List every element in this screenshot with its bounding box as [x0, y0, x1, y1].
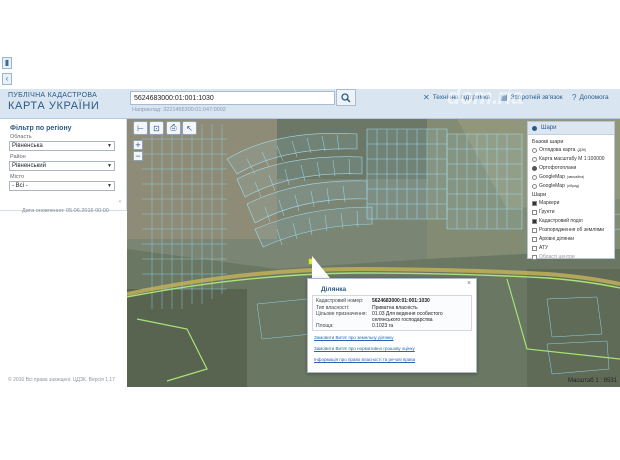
- ruler-icon: ⊢: [137, 123, 144, 133]
- popup-pointer: [312, 256, 330, 278]
- layer-regional-centers[interactable]: Області центри: [532, 254, 575, 260]
- measure-area-button[interactable]: ⊡: [149, 121, 164, 135]
- district-label: Район: [10, 154, 26, 160]
- edge-menu-icon[interactable]: ▮: [2, 57, 12, 69]
- base-layer-100000[interactable]: Карта масштабу М 1:100000: [532, 156, 605, 162]
- layer-land-disposal[interactable]: Розпорядження об землями: [532, 227, 604, 233]
- search-hint: Наприклад: 3221455300:01:047:0002: [132, 107, 226, 113]
- checkbox-icon: [532, 254, 537, 260]
- radio-icon: [532, 183, 537, 189]
- oblast-select[interactable]: Рівненська ▼: [9, 141, 115, 151]
- close-icon[interactable]: ×: [467, 280, 471, 287]
- identify-button[interactable]: ↖: [182, 121, 197, 135]
- edge-collapse-icon[interactable]: ‹: [2, 73, 12, 85]
- brand-title: КАРТА УКРАЇНИ: [8, 100, 100, 112]
- measure-length-button[interactable]: ⊢: [133, 121, 148, 135]
- checkbox-checked-icon: [532, 200, 537, 206]
- chevron-down-icon: ▼: [107, 183, 112, 189]
- order-valuation-extract-link[interactable]: Замовити Витяг про нормативно грошову оц…: [314, 346, 415, 351]
- copyright: © 2016 Всі права захищені. ЦДЗК. Версія …: [8, 377, 115, 383]
- layer-cadastral[interactable]: Кадастровий поділ: [532, 218, 583, 224]
- zoom-in-button[interactable]: +: [133, 140, 143, 150]
- base-layers-title: Базові шари: [532, 139, 564, 145]
- update-date: Дата оновлення: 05.06.2016 00:00: [22, 208, 109, 214]
- layer-archive[interactable]: Архівні ділянки: [532, 236, 574, 242]
- oblast-label: Область: [10, 134, 32, 140]
- popup-tab-parcel[interactable]: Ділянка: [321, 286, 346, 293]
- ownership-info-link[interactable]: Інформація про право власності та речові…: [314, 357, 415, 362]
- pointer-icon: ↖: [186, 123, 193, 133]
- print-button[interactable]: ⎙: [166, 121, 181, 135]
- radio-selected-icon: [532, 165, 537, 171]
- layer-soils[interactable]: Ґрунти: [532, 209, 555, 215]
- cadastral-number-value: 5624683000:01:001:1030: [372, 298, 430, 304]
- filter-title: Фільтр по регіону: [10, 125, 72, 132]
- layer-markers[interactable]: Маркери: [532, 200, 559, 206]
- info-key: Площа:: [316, 323, 334, 329]
- watermark-logo: dom.ria: [447, 84, 523, 109]
- chevron-down-icon: ▼: [107, 143, 112, 149]
- wrench-icon: ✕: [423, 93, 430, 102]
- search-icon: [341, 92, 351, 103]
- base-layer-googlemap[interactable]: GoogleMap (звичайна): [532, 174, 584, 180]
- info-key: Кадастровий номер:: [316, 298, 364, 304]
- collapse-filter-icon[interactable]: ‹: [119, 199, 121, 205]
- layer-atu[interactable]: АТУ: [532, 245, 548, 251]
- district-select[interactable]: Рівненський ▼: [9, 161, 115, 171]
- layers-header[interactable]: Шари: [528, 122, 614, 135]
- info-key: Цільове призначення:: [316, 311, 367, 317]
- radio-icon: [532, 147, 537, 153]
- map-scale: Масштаб 1 : 8531: [568, 378, 618, 384]
- base-layer-googlemap-hybrid[interactable]: GoogleMap (гібрид): [532, 183, 579, 189]
- checkbox-icon: [532, 227, 537, 233]
- chevron-down-icon: ▼: [107, 163, 112, 169]
- cadastral-search-input[interactable]: [130, 91, 335, 105]
- city-select[interactable]: - Всі - ▼: [9, 181, 115, 191]
- brand-subtitle: ПУБЛІЧНА КАДАСТРОВА: [8, 92, 98, 99]
- checkbox-icon: [532, 236, 537, 242]
- printer-icon: ⎙: [170, 123, 177, 132]
- base-layer-overview[interactable]: Оглядова карта (ДЗК): [532, 147, 586, 153]
- help-icon: ?: [572, 93, 577, 102]
- checkbox-icon: [532, 245, 537, 251]
- city-label: Місто: [10, 174, 25, 180]
- checkbox-icon: [532, 209, 537, 215]
- order-parcel-extract-link[interactable]: Замовити Витяг про земельну ділянку: [314, 335, 394, 340]
- checkbox-checked-icon: [532, 218, 537, 224]
- zoom-out-button[interactable]: −: [133, 151, 143, 161]
- radio-icon: [532, 156, 537, 162]
- help-link[interactable]: ? Допомога: [572, 93, 609, 102]
- search-button[interactable]: [336, 89, 356, 106]
- layers-toggle-icon: [532, 126, 537, 131]
- base-layer-orthophoto[interactable]: Ортофотоплани: [532, 165, 576, 171]
- overlay-layers-title: Шари: [532, 192, 547, 198]
- area-value: 0.1023 га: [372, 323, 394, 329]
- area-icon: ⊡: [153, 123, 160, 133]
- radio-icon: [532, 174, 537, 180]
